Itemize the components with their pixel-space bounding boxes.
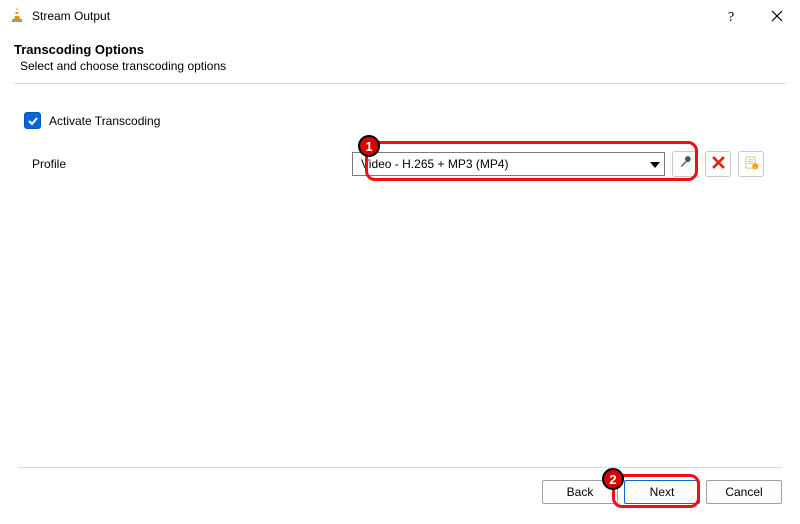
section-heading: Transcoding Options	[14, 42, 786, 57]
next-button[interactable]: Next	[624, 480, 700, 504]
wrench-icon	[678, 155, 693, 173]
section-subheading: Select and choose transcoding options	[20, 59, 786, 73]
footer-separator	[18, 467, 782, 468]
footer: Back Next Cancel 2	[0, 467, 800, 524]
close-button[interactable]	[754, 0, 800, 32]
profile-label: Profile	[32, 157, 352, 171]
cancel-button[interactable]: Cancel	[706, 480, 782, 504]
svg-text:?: ?	[728, 10, 734, 23]
new-profile-button[interactable]	[738, 151, 764, 177]
profile-row: Profile Video - H.265 + MP3 (MP4)	[32, 151, 786, 177]
button-bar: Back Next Cancel 2	[18, 480, 782, 504]
activate-transcoding-label: Activate Transcoding	[49, 114, 160, 128]
content-area: Transcoding Options Select and choose tr…	[0, 32, 800, 177]
new-profile-icon	[744, 155, 759, 173]
edit-profile-button[interactable]	[672, 151, 698, 177]
titlebar: Stream Output ?	[0, 0, 800, 32]
x-icon	[712, 156, 725, 172]
profile-select[interactable]: Video - H.265 + MP3 (MP4)	[352, 152, 665, 176]
checkbox-checked-icon	[24, 112, 41, 129]
activate-transcoding-checkbox[interactable]: Activate Transcoding	[24, 112, 786, 129]
delete-profile-button[interactable]	[705, 151, 731, 177]
back-button[interactable]: Back	[542, 480, 618, 504]
window-title: Stream Output	[32, 9, 110, 23]
separator	[14, 83, 786, 84]
stream-output-window: Stream Output ? Transcoding Options Sele…	[0, 0, 800, 524]
vlc-icon	[10, 7, 24, 26]
profile-selected-value: Video - H.265 + MP3 (MP4)	[361, 157, 509, 171]
help-button[interactable]: ?	[708, 0, 754, 32]
dropdown-arrow-icon	[650, 157, 660, 171]
